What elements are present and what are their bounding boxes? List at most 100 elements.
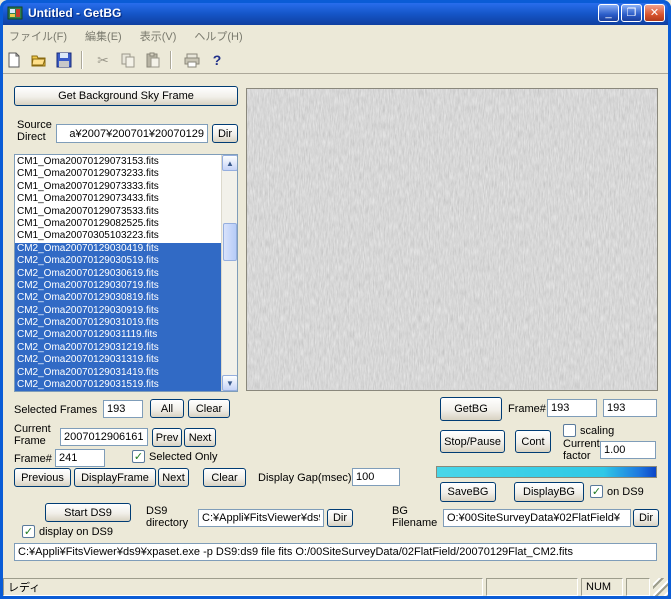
menu-edit[interactable]: 編集(E)	[76, 26, 131, 46]
display-frame-button[interactable]: DisplayFrame	[74, 468, 156, 487]
menu-help[interactable]: ヘルプ(H)	[185, 26, 251, 46]
bg-filename-input[interactable]	[443, 509, 631, 527]
title-bar[interactable]: Untitled - GetBG _ ❐ ✕	[0, 0, 671, 25]
status-bar: レディ NUM	[3, 576, 668, 596]
selected-only-checkbox[interactable]: Selected Only	[132, 450, 217, 463]
next-frame-button[interactable]: Next	[184, 428, 216, 447]
list-item[interactable]: CM2_Oma20070129030619.fits	[15, 268, 221, 280]
list-item[interactable]: CM2_Oma20070129030819.fits	[15, 292, 221, 304]
list-item[interactable]: CM2_Oma20070129030719.fits	[15, 280, 221, 292]
previous-button[interactable]: Previous	[14, 468, 71, 487]
all-button[interactable]: All	[150, 399, 184, 418]
list-item[interactable]: CM2_Oma20070129031319.fits	[15, 354, 221, 366]
get-background-sky-frame-button[interactable]: Get Background Sky Frame	[14, 86, 238, 106]
source-directory-input[interactable]	[56, 124, 208, 143]
help-icon[interactable]: ?	[206, 49, 228, 71]
display-on-ds9-label: display on DS9	[39, 526, 113, 538]
window-title: Untitled - GetBG	[28, 6, 121, 20]
toolbar-separator	[170, 51, 172, 69]
list-item[interactable]: CM2_Oma20070129031119.fits	[15, 329, 221, 341]
app-icon	[7, 5, 23, 21]
scroll-up-icon[interactable]: ▲	[222, 155, 238, 171]
bg-frame-total-input[interactable]	[603, 399, 657, 417]
next-button[interactable]: Next	[158, 468, 189, 487]
clear-button[interactable]: Clear	[203, 468, 246, 487]
getbg-button[interactable]: GetBG	[440, 397, 502, 421]
list-item[interactable]: CM1_Oma20070129073233.fits	[15, 168, 221, 180]
displaybg-button[interactable]: DisplayBG	[514, 482, 584, 502]
toolbar-separator	[81, 51, 83, 69]
open-icon[interactable]	[28, 49, 50, 71]
savebg-button[interactable]: SaveBG	[440, 482, 496, 502]
menu-view[interactable]: 表示(V)	[131, 26, 186, 46]
list-item[interactable]: CM2_Oma20070129030519.fits	[15, 255, 221, 267]
cut-icon[interactable]: ✂	[92, 49, 114, 71]
status-num: NUM	[581, 578, 623, 596]
checkbox-box	[590, 485, 603, 498]
menu-file[interactable]: ファイル(F)	[0, 26, 76, 46]
close-button[interactable]: ✕	[644, 4, 665, 22]
bg-filename-dir-button[interactable]: Dir	[633, 509, 659, 527]
ds9-directory-input[interactable]	[198, 509, 324, 527]
paste-icon[interactable]	[142, 49, 164, 71]
current-factor-label: Currentfactor	[563, 438, 600, 462]
ds9-command-input[interactable]	[14, 543, 657, 561]
file-list[interactable]: CM1_Oma20070129073153.fitsCM1_Oma2007012…	[14, 154, 238, 392]
prev-frame-button[interactable]: Prev	[152, 428, 182, 447]
bg-filename-label: BGFilename	[392, 505, 437, 529]
save-icon[interactable]	[53, 49, 75, 71]
stop-pause-button[interactable]: Stop/Pause	[440, 430, 505, 453]
selected-frames-count-input[interactable]	[103, 400, 143, 418]
current-factor-input[interactable]	[600, 441, 656, 459]
progress-bar	[436, 466, 657, 478]
file-list-scrollbar[interactable]: ▲ ▼	[221, 155, 237, 391]
status-panel	[626, 578, 650, 596]
frame-number-input[interactable]	[55, 449, 105, 467]
ds9-directory-label: DS9directory	[146, 505, 188, 529]
bg-frame-number-label: Frame#	[508, 403, 546, 415]
list-item[interactable]: CM2_Oma20070129031019.fits	[15, 317, 221, 329]
on-ds9-label: on DS9	[607, 486, 644, 498]
scroll-down-icon[interactable]: ▼	[222, 375, 238, 391]
background-sky-frame-image	[246, 88, 658, 391]
list-item[interactable]: CM1_Oma20070129073153.fits	[15, 156, 221, 168]
minimize-button[interactable]: _	[598, 4, 619, 22]
copy-icon[interactable]	[117, 49, 139, 71]
print-icon[interactable]	[181, 49, 203, 71]
scaling-checkbox[interactable]: scaling	[563, 424, 614, 437]
status-panel	[486, 578, 578, 596]
list-item[interactable]: CM1_Oma20070305103223.fits	[15, 230, 221, 242]
checkbox-box	[132, 450, 145, 463]
bg-frame-number-input[interactable]	[547, 399, 597, 417]
start-ds9-button[interactable]: Start DS9	[45, 503, 131, 522]
scrollbar-thumb[interactable]	[223, 223, 237, 261]
list-item[interactable]: CM1_Oma20070129073433.fits	[15, 193, 221, 205]
display-on-ds9-checkbox[interactable]: display on DS9	[22, 525, 113, 538]
resize-grip-icon[interactable]	[653, 578, 668, 596]
source-dir-button[interactable]: Dir	[212, 124, 238, 143]
clear-selection-button[interactable]: Clear	[188, 399, 230, 418]
list-item[interactable]: CM2_Oma20070129031419.fits	[15, 367, 221, 379]
checkbox-box	[563, 424, 576, 437]
maximize-button[interactable]: ❐	[621, 4, 642, 22]
ds9-dir-button[interactable]: Dir	[327, 509, 353, 527]
file-rows: CM1_Oma20070129073153.fitsCM1_Oma2007012…	[15, 156, 221, 391]
current-frame-input[interactable]	[60, 428, 148, 446]
on-ds9-checkbox[interactable]: on DS9	[590, 485, 644, 498]
display-gap-input[interactable]	[352, 468, 400, 486]
list-item[interactable]: CM2_Oma20070129030419.fits	[15, 243, 221, 255]
list-item[interactable]: CM2_Oma20070129030919.fits	[15, 305, 221, 317]
cont-button[interactable]: Cont	[515, 430, 551, 453]
list-item[interactable]: CM1_Oma20070129073533.fits	[15, 206, 221, 218]
list-item[interactable]: CM1_Oma20070129082525.fits	[15, 218, 221, 230]
progress-fill	[437, 467, 656, 477]
list-item[interactable]: CM1_Oma20070129073333.fits	[15, 181, 221, 193]
checkbox-box	[22, 525, 35, 538]
list-item[interactable]: CM2_Oma20070129031519.fits	[15, 379, 221, 391]
list-item[interactable]: CM2_Oma20070129031219.fits	[15, 342, 221, 354]
display-gap-label: Display Gap(msec)	[258, 472, 352, 484]
frame-number-label: Frame#	[14, 453, 52, 465]
new-icon[interactable]	[3, 49, 25, 71]
source-direct-label: SourceDirect	[17, 119, 52, 143]
status-ready: レディ	[3, 578, 483, 596]
